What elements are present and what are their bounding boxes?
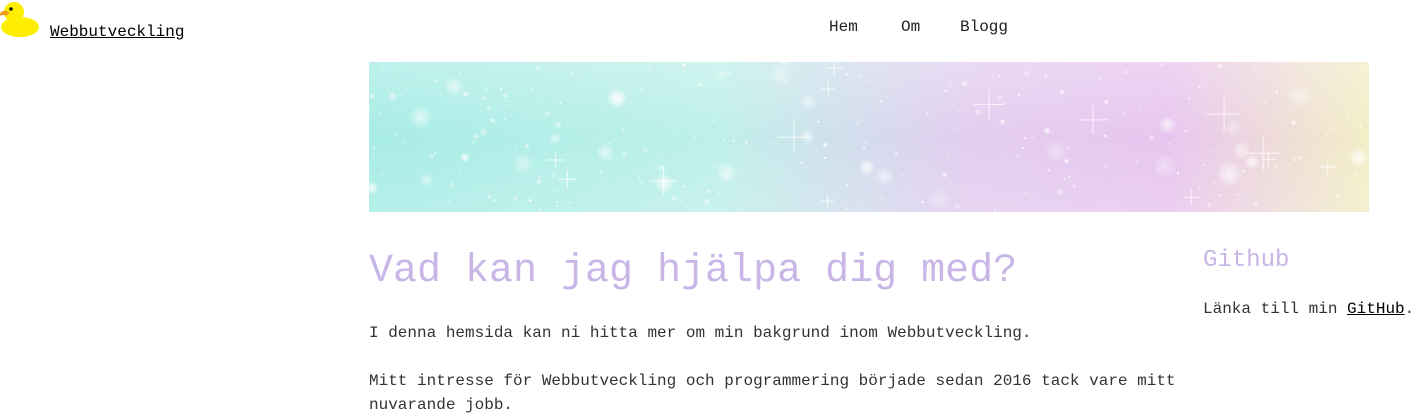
nav-link-blogg[interactable]: Blogg [960,17,1008,37]
page-heading: Vad kan jag hjälpa dig med? [369,249,1018,294]
sidebar-text: Länka till min GitHub. [1203,298,1414,320]
github-link[interactable]: GitHub [1347,300,1405,318]
hero-banner [369,62,1369,212]
site-logo[interactable] [0,0,40,38]
sidebar-heading: Github [1203,247,1290,274]
nav-link-om[interactable]: Om [901,17,960,37]
sidebar-text-prefix: Länka till min [1203,300,1348,318]
rubber-duck-icon [0,2,39,37]
sidebar-text-suffix: . [1404,300,1415,318]
site-title-link[interactable]: Webbutveckling [50,22,184,42]
nav-link-hem[interactable]: Hem [829,17,901,37]
interest-paragraph: Mitt intresse för Webbutveckling och pro… [369,372,1176,414]
intro-paragraph: I denna hemsida kan ni hitta mer om min … [369,324,1032,342]
main-nav: Hem Om Blogg [829,17,1008,37]
